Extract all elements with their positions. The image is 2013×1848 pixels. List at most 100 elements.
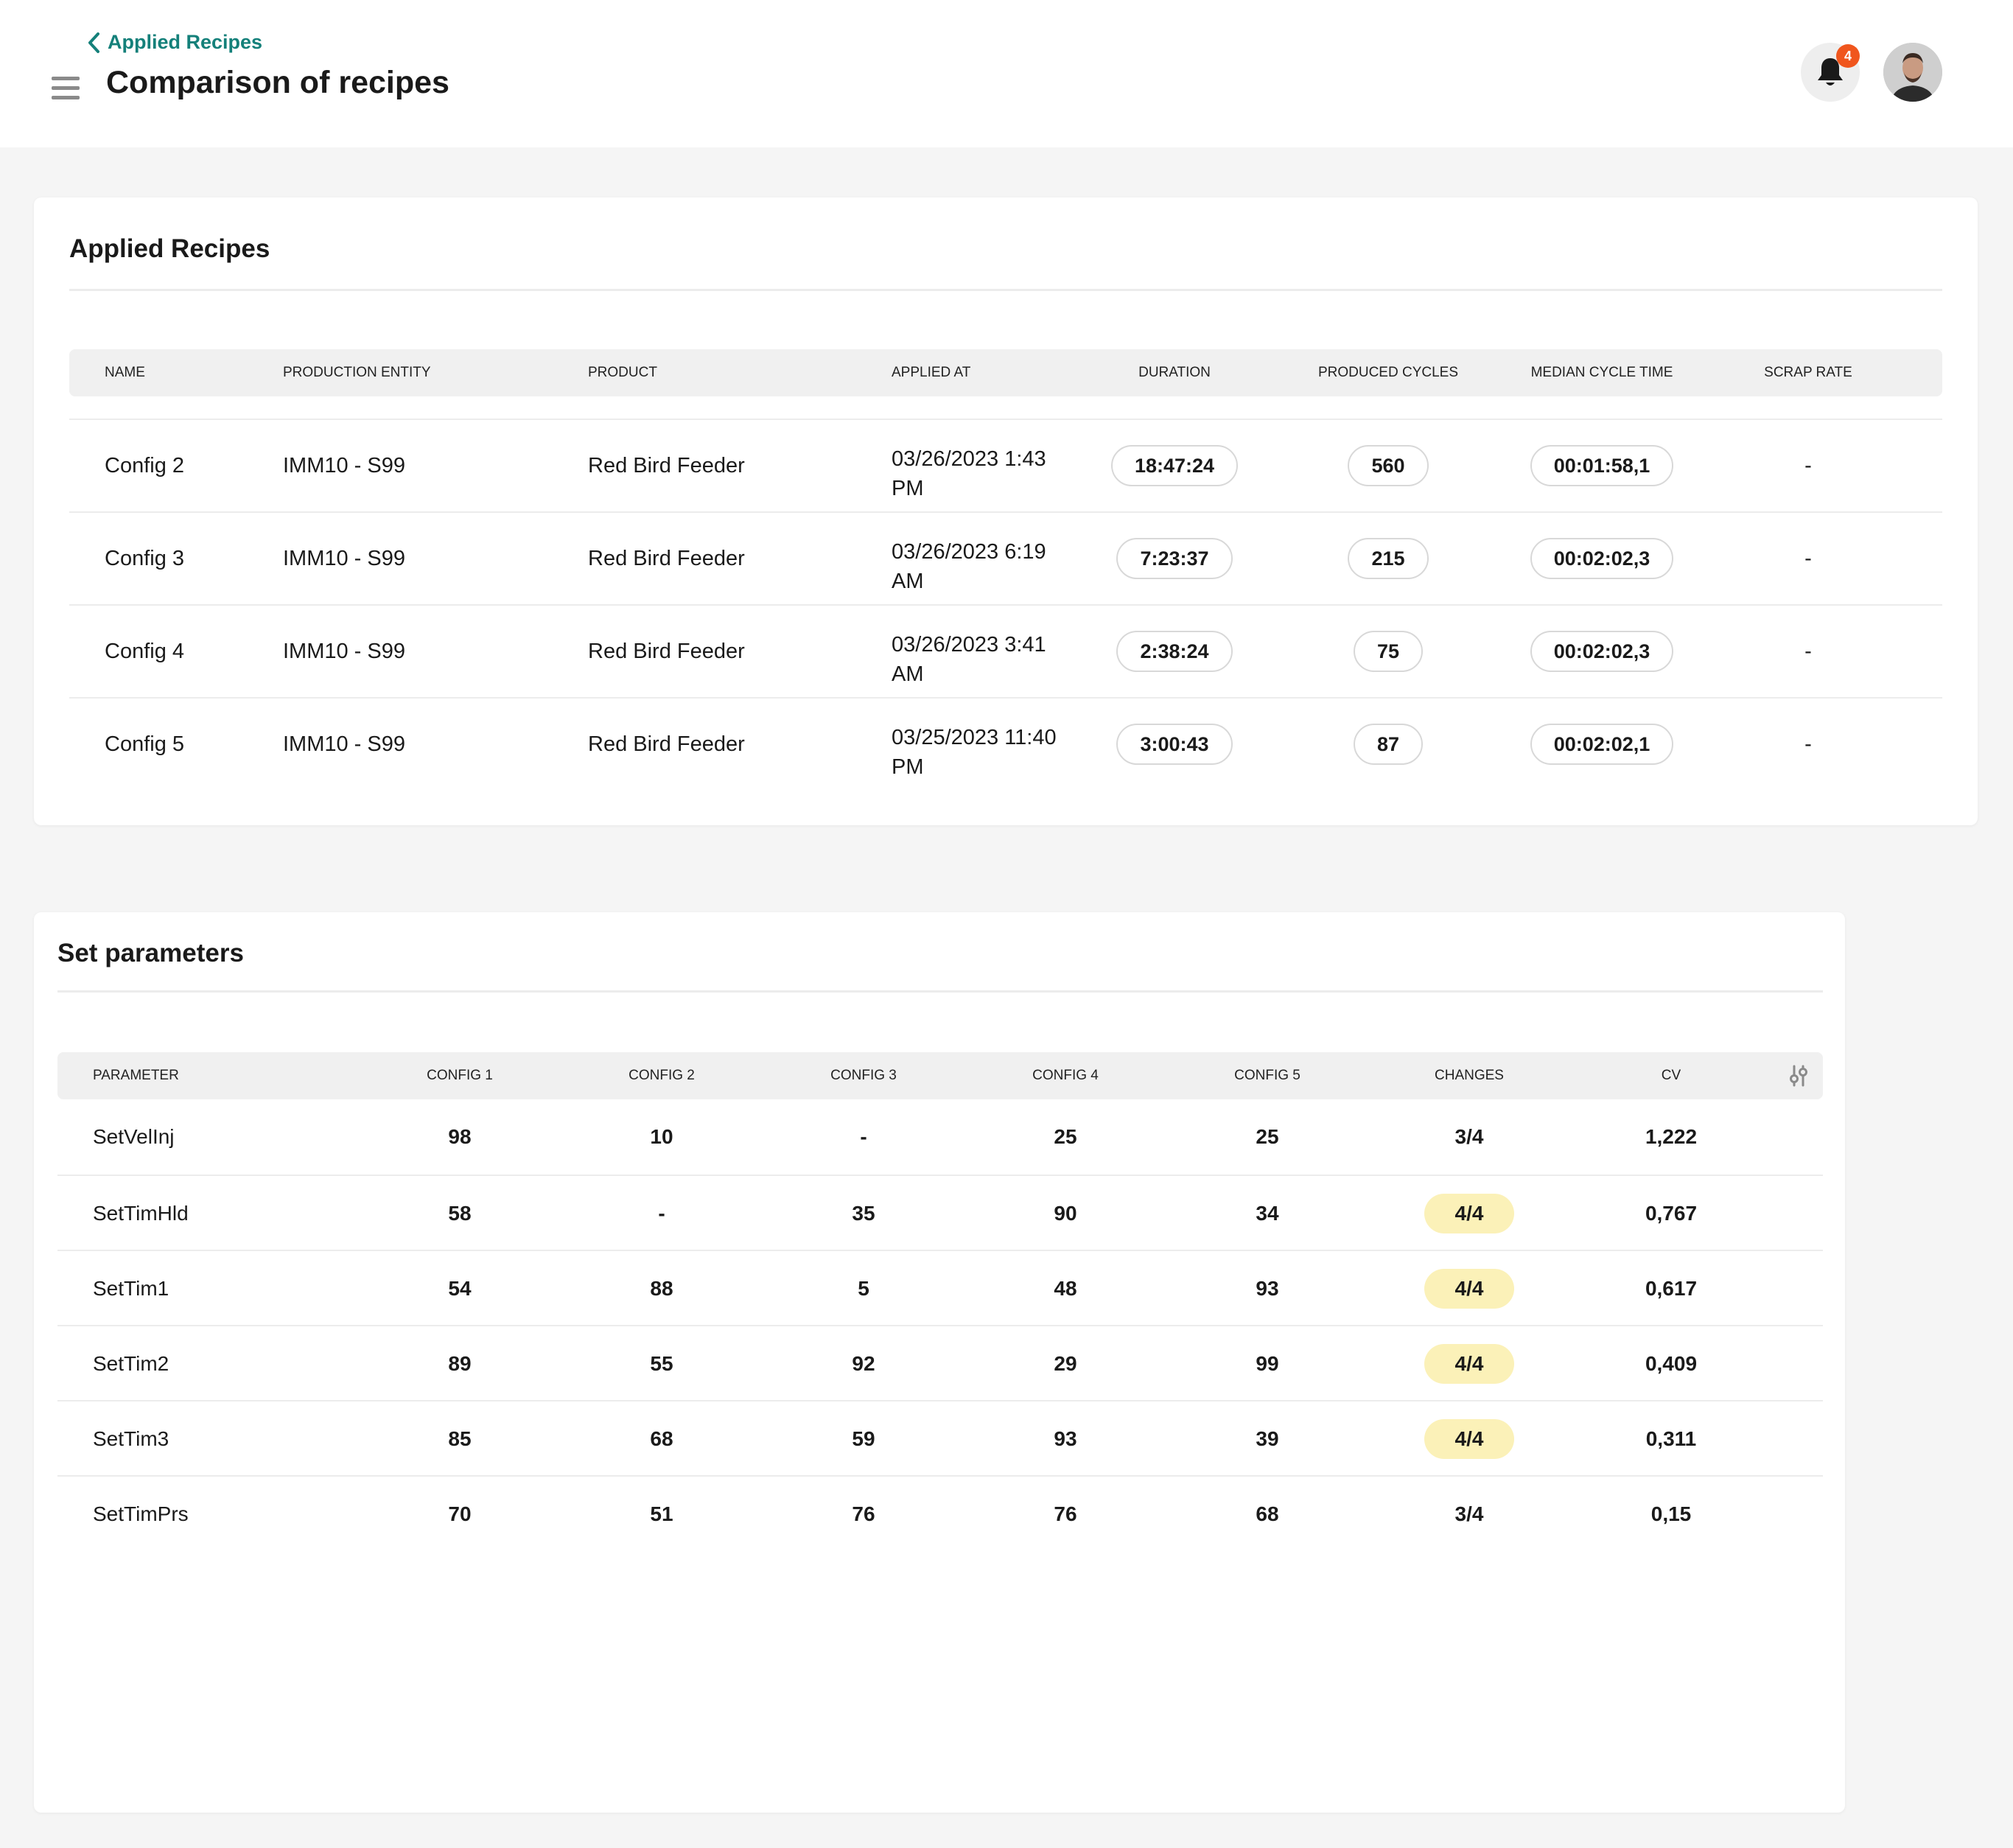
config-3-value: 35 — [852, 1202, 875, 1225]
config-3-value: - — [860, 1125, 867, 1148]
config-5-value: 93 — [1256, 1277, 1279, 1300]
divider — [57, 990, 1823, 993]
applied-recipes-title: Applied Recipes — [69, 234, 270, 263]
config-2-value: 51 — [650, 1502, 673, 1525]
cycles-pill: 87 — [1353, 724, 1424, 765]
col-header-cv[interactable]: CV — [1597, 1052, 1745, 1099]
set-parameters-card: Set parameters PARAMETER CONFIG 1 CONFIG… — [34, 912, 1845, 1813]
changes-badge: 4/4 — [1424, 1194, 1515, 1233]
config-2-value: 88 — [650, 1277, 673, 1300]
col-header-config-5[interactable]: CONFIG 5 — [1194, 1052, 1341, 1099]
cycles-cell: 87 — [1278, 699, 1499, 790]
divider — [69, 289, 1942, 291]
cycles-cell: 560 — [1278, 420, 1499, 511]
table-row[interactable]: SetTim3 85 68 59 93 39 4/4 0,311 — [57, 1400, 1823, 1477]
cycles-cell: 215 — [1278, 513, 1499, 604]
col-header-config-2[interactable]: CONFIG 2 — [588, 1052, 735, 1099]
parameter-name: SetTim3 — [93, 1427, 169, 1450]
col-header-config-4[interactable]: CONFIG 4 — [992, 1052, 1139, 1099]
changes-cell: 4/4 — [1396, 1176, 1543, 1251]
parameter-name: SetTim2 — [93, 1352, 169, 1375]
col-header-product[interactable]: PRODUCT — [588, 349, 657, 396]
config-5-value: 99 — [1256, 1352, 1279, 1375]
table-row[interactable]: SetVelInj 98 10 - 25 25 3/4 1,222 — [57, 1099, 1823, 1175]
params-table-header: PARAMETER CONFIG 1 CONFIG 2 CONFIG 3 CON… — [57, 1052, 1823, 1099]
avatar[interactable] — [1883, 43, 1942, 102]
table-row[interactable]: SetTimPrs 70 51 76 76 68 3/4 0,15 — [57, 1475, 1823, 1552]
applied-at-period: PM — [892, 755, 924, 779]
table-row[interactable]: Config 2 IMM10 - S99 Red Bird Feeder 03/… — [69, 419, 1942, 511]
production-entity: IMM10 - S99 — [283, 732, 405, 756]
changes-cell: 4/4 — [1396, 1251, 1543, 1326]
config-2-value: 55 — [650, 1352, 673, 1375]
parameter-name: SetTimHld — [93, 1202, 189, 1225]
median-cycle-pill: 00:02:02,1 — [1530, 724, 1674, 765]
config-3-value: 76 — [852, 1502, 875, 1525]
changes-badge: 4/4 — [1424, 1419, 1515, 1459]
parameter-name: SetTim1 — [93, 1277, 169, 1300]
changes-value: 3/4 — [1454, 1502, 1484, 1525]
median-cell: 00:02:02,1 — [1491, 699, 1712, 790]
cv-value: 1,222 — [1645, 1125, 1698, 1148]
col-header-config-1[interactable]: CONFIG 1 — [386, 1052, 533, 1099]
production-entity: IMM10 - S99 — [283, 546, 405, 570]
set-parameters-title: Set parameters — [57, 939, 244, 967]
col-header-produced-cycles[interactable]: PRODUCED CYCLES — [1278, 349, 1499, 396]
config-4-value: 29 — [1054, 1352, 1077, 1375]
table-row[interactable]: SetTim1 54 88 5 48 93 4/4 0,617 — [57, 1250, 1823, 1326]
config-3-value: 59 — [852, 1427, 875, 1450]
scrap-rate: - — [1804, 453, 1812, 477]
config-5-value: 39 — [1256, 1427, 1279, 1450]
top-bar: Applied Recipes Comparison of recipes 4 — [0, 0, 2013, 147]
page-title: Comparison of recipes — [106, 65, 449, 100]
duration-pill: 3:00:43 — [1116, 724, 1233, 765]
config-4-value: 90 — [1054, 1202, 1077, 1225]
applied-at-date: 03/26/2023 3:41 — [892, 633, 1046, 657]
table-row[interactable]: SetTim2 89 55 92 29 99 4/4 0,409 — [57, 1325, 1823, 1401]
hamburger-menu-icon[interactable] — [52, 77, 80, 100]
col-header-production-entity[interactable]: PRODUCTION ENTITY — [283, 349, 431, 396]
config-1-value: 85 — [448, 1427, 472, 1450]
applied-at: 03/25/2023 11:40 PM — [892, 699, 1057, 790]
config-3-value: 5 — [858, 1277, 869, 1300]
product: Red Bird Feeder — [588, 546, 745, 570]
col-header-config-3[interactable]: CONFIG 3 — [790, 1052, 937, 1099]
duration-cell: 2:38:24 — [1093, 606, 1256, 697]
cycles-pill: 560 — [1348, 445, 1429, 486]
table-row[interactable]: SetTimHld 58 - 35 90 34 4/4 0,767 — [57, 1175, 1823, 1251]
sliders-icon[interactable] — [1788, 1064, 1810, 1088]
applied-at-period: PM — [892, 477, 924, 500]
config-4-value: 25 — [1054, 1125, 1077, 1148]
duration-cell: 7:23:37 — [1093, 513, 1256, 604]
applied-at-date: 03/25/2023 11:40 — [892, 726, 1057, 749]
config-2-value: 68 — [650, 1427, 673, 1450]
table-row[interactable]: Config 4 IMM10 - S99 Red Bird Feeder 03/… — [69, 604, 1942, 697]
col-header-median-cycle-time[interactable]: MEDIAN CYCLE TIME — [1491, 349, 1712, 396]
changes-cell: 4/4 — [1396, 1401, 1543, 1477]
median-cell: 00:02:02,3 — [1491, 606, 1712, 697]
median-cell: 00:01:58,1 — [1491, 420, 1712, 511]
cycles-pill: 75 — [1353, 631, 1424, 672]
col-header-name[interactable]: NAME — [105, 349, 145, 396]
col-header-changes[interactable]: CHANGES — [1396, 1052, 1543, 1099]
scrap-rate: - — [1804, 732, 1812, 756]
col-header-scrap-rate[interactable]: SCRAP RATE — [1698, 349, 1919, 396]
duration-pill: 18:47:24 — [1110, 445, 1239, 486]
config-2-value: - — [658, 1202, 665, 1225]
parameter-name: SetVelInj — [93, 1125, 175, 1148]
table-row[interactable]: Config 3 IMM10 - S99 Red Bird Feeder 03/… — [69, 511, 1942, 604]
config-2-value: 10 — [650, 1125, 673, 1148]
recipe-name: Config 2 — [105, 453, 185, 477]
back-link[interactable]: Applied Recipes — [87, 31, 262, 54]
table-row[interactable]: Config 5 IMM10 - S99 Red Bird Feeder 03/… — [69, 697, 1942, 790]
col-header-duration[interactable]: DURATION — [1093, 349, 1256, 396]
back-link-label: Applied Recipes — [108, 31, 263, 53]
changes-value: 3/4 — [1454, 1125, 1484, 1148]
col-header-applied-at[interactable]: APPLIED AT — [892, 349, 970, 396]
col-header-parameter[interactable]: PARAMETER — [93, 1052, 179, 1099]
config-4-value: 93 — [1054, 1427, 1077, 1450]
config-1-value: 58 — [448, 1202, 472, 1225]
parameter-name: SetTimPrs — [93, 1502, 189, 1525]
config-1-value: 98 — [448, 1125, 472, 1148]
recipe-name: Config 3 — [105, 546, 185, 570]
